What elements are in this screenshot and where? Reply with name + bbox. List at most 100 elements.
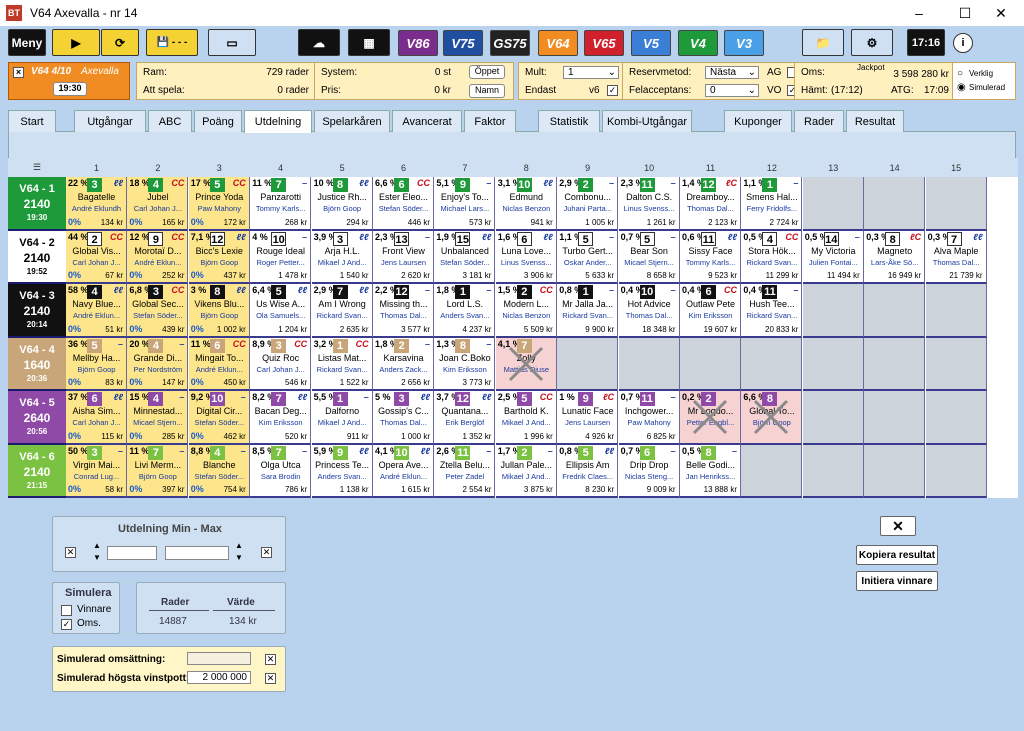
tab-abc[interactable]: ABC [148,110,192,132]
race-label[interactable]: V64 - 6 2140 21:15 [8,444,66,498]
game-button-v65[interactable]: V65 [584,30,624,56]
minimize-button[interactable]: – [896,0,942,26]
horse-cell[interactable]: 36 % 5 – Mellby Ha... Björn Goop 0% 83 kr [66,337,127,391]
radio-simulerad[interactable]: ◉ [957,82,966,93]
save-button[interactable]: 💾 - - - [146,29,198,56]
tab-rader[interactable]: Rader [794,110,844,132]
horse-cell[interactable]: 0,5 % 4 CC Stora Hök... Rickard Svan... 11 29… [741,230,803,284]
horse-cell[interactable]: 58 % 4 ℓℓ Navy Blue... André Eklun... 0% 51 kr [66,284,127,338]
horse-cell[interactable]: 2,3 % 11– Dalton C.S. Linus Svenss... 1 261 … [618,177,680,231]
horse-cell[interactable]: 5,9 % 9 ℓℓ Princess Te... Anders Svan... 1 13… [311,444,373,498]
horse-cell[interactable]: 2,3 % 13– Front View Jens Laursen 2 620 kr [373,230,434,284]
vinnare-checkbox[interactable] [61,605,72,616]
tab-kombi-utgångar[interactable]: Kombi-Utgångar [602,110,692,132]
race-label[interactable]: V64 - 5 2640 20:56 [8,391,66,445]
reservmetod-select[interactable]: Nästa ⌄ [705,66,759,79]
horse-cell[interactable]: 4,1 % 10 ℓℓ Opera Ave... André Eklun... 1 615… [373,444,434,498]
horse-cell[interactable]: 9,2 % 10– Digital Cir... Stefan Söder... 0% 4… [188,391,250,445]
max-spin-down-icon[interactable]: ▼ [235,553,243,562]
utdelning-min-input[interactable] [107,546,157,560]
tab-start[interactable]: Start [8,110,56,132]
sim-oms-clear-icon[interactable]: ✕ [265,654,276,665]
game-button-v3[interactable]: V3 [724,30,764,56]
tab-utdelning[interactable]: Utdelning [244,110,312,133]
horse-cell[interactable]: 11 % 6 CC Mingait To... André Eklun... 0% 450 … [188,337,250,391]
horse-cell[interactable]: 0,6 % 11 ℓℓ Sissy Face Tommy Karls... 9 523 k… [680,230,741,284]
tab-faktor[interactable]: Faktor [464,110,516,132]
horse-cell[interactable]: 5,1 % 9– Enjoy's To... Michael Lars... 573 k… [434,177,496,231]
horse-cell[interactable]: 1,7 % 2– Jullan Pale... Mikael J And... 3 87… [495,444,557,498]
image-button[interactable]: ▭ [208,29,256,56]
namn-button[interactable]: Namn [469,84,505,98]
horse-cell[interactable]: 0,2 % 2 Mr Loquo... Petter Engbl... [680,391,741,445]
horse-cell[interactable]: 7,1 % 12 ℓℓ Bicc's Lexie Björn Goop 0% 437 kr [188,230,250,284]
sim-oms-input[interactable] [187,652,251,665]
game-button-v5[interactable]: V5 [631,30,671,56]
horse-cell[interactable]: 0,7 % 6– Drip Drop Niclas Steng... 9 009 kr [618,444,680,498]
utdelning-max-input[interactable] [165,546,229,560]
game-button-v75[interactable]: V75 [443,30,483,56]
horse-cell[interactable]: 4 % 10 – Rouge Ideal Roger Petter... 1 478 kr [250,230,312,284]
horse-cell[interactable]: 2,9 % 7 ℓℓ Am I Wrong Rickard Svan... 2 635 k… [311,284,373,338]
race-label[interactable]: V64 - 4 1640 20:36 [8,337,66,391]
game-button-v64[interactable]: V64 [538,30,578,56]
horse-cell[interactable]: 3,7 % 12 ℓℓ Quantana... Erik Berglöf 1 352 kr [434,391,496,445]
min-spin-up-icon[interactable]: ▲ [93,541,101,550]
game-button-gs75[interactable]: GS75 [490,30,530,56]
refresh-button[interactable]: ⟳ [101,29,139,56]
max-spin-up-icon[interactable]: ▲ [235,541,243,550]
endast-checkbox[interactable]: ✓ [607,85,618,96]
horse-cell[interactable]: 2,2 % 12– Missing th... Thomas Dal... 3 577 … [373,284,434,338]
sim-vinst-input[interactable]: 2 000 000 [187,671,251,684]
horse-cell[interactable]: 20 % 4 – Grande Di... Per Nordström 0% 147 kr [127,337,189,391]
settings-button[interactable]: ⚙ [851,29,893,56]
horse-cell[interactable]: 3,1 % 10 ℓℓ Edmund Niclas Benzon 941 kr [495,177,557,231]
horse-cell[interactable]: 0,7 % 5– Bear Son Micael Stjern... 8 658 kr [618,230,680,284]
horse-cell[interactable]: 0,5 % 14– My Victoria Julien Fontai... 11 49… [802,230,864,284]
horse-cell[interactable]: 0,7 % 11– Inchgower... Paw Mahony 6 825 kr [618,391,680,445]
horse-cell[interactable]: 6,8 % 3 CC Global Sec... Stefan Söder... 0% 43… [127,284,189,338]
tab-statistik[interactable]: Statistik [538,110,600,132]
calendar-button[interactable]: ▦ [348,29,390,56]
horse-cell[interactable]: 6,6 % 8 Global To... Björn Goop [741,391,803,445]
download-button[interactable]: ☁ [298,29,340,56]
grid-menu-icon[interactable]: ☰ [8,158,66,177]
horse-cell[interactable]: 0,3 % 8 ℓC Magneto Lars-Åke Sö... 16 949 kr [864,230,926,284]
horse-cell[interactable]: 22 % 3 ℓℓ Bagatelle André Eklundh 0% 134 kr [66,177,127,231]
horse-cell[interactable]: 1,3 % 8– Joan C.Boko Kim Eriksson 3 773 kr [434,337,496,391]
horse-cell[interactable]: 0,3 % 7 ℓℓ Alva Maple Thomas Dal... 21 739 kr [925,230,987,284]
horse-cell[interactable]: 0,4 % 10– Hot Advice Thomas Dal... 18 348 kr [618,284,680,338]
info-button[interactable]: i [953,33,973,53]
race-label[interactable]: V64 - 2 2140 19:52 [8,230,66,284]
utdelning-clear-min-icon[interactable]: ✕ [65,547,76,558]
horse-cell[interactable]: 8,2 % 7 ℓℓ Bacan Deg... Kim Eriksson 520 kr [250,391,312,445]
close-window-button[interactable]: ✕ [978,0,1024,26]
horse-cell[interactable]: 0,4 % 6 CC Outlaw Pete Kim Eriksson 19 607 kr [680,284,741,338]
radio-verklig[interactable]: ○ [957,68,963,79]
horse-cell[interactable]: 8,8 % 4– Blanche Stefan Söder... 0% 754 kr [188,444,250,498]
initiera-vinnare-button[interactable]: Initiera vinnare [856,571,938,591]
horse-cell[interactable]: 4,1 % 7 Zolly Mattias Djuse [495,337,557,391]
horse-cell[interactable]: 11 % 7 – Livi Merm... Björn Goop 0% 397 kr [127,444,189,498]
felaccept-select[interactable]: 0 ⌄ [705,84,759,97]
race-label[interactable]: V64 - 1 2140 19:30 [8,177,66,231]
horse-cell[interactable]: 12 % 9 CC Morotaï D... André Eklun... 0% 252 k… [127,230,189,284]
horse-cell[interactable]: 15 % 4 – Minnestad... Micael Stjern... 0% 285 … [127,391,189,445]
horse-cell[interactable]: 50 % 3 – Virgin Mai... Conrad Lug... 0% 58 kr [66,444,127,498]
horse-cell[interactable]: 3,2 % 1 CC Listas Mat... Rickard Svan... 1 52… [311,337,373,391]
race-label[interactable]: V64 - 3 2140 20:14 [8,284,66,338]
horse-cell[interactable]: 6,6 % 6 CC Ester Eleo... Stefan Söder... 446 … [373,177,434,231]
horse-cell[interactable]: 1,4 % 12 ℓC Dreamboy... Thomas Dal... 2 123 k… [680,177,741,231]
game-button-v4[interactable]: V4 [678,30,718,56]
horse-cell[interactable]: 0,8 % 5 ℓℓ Ellipsis Am Fredrik Claes... 8 230… [557,444,619,498]
close-result-button[interactable]: ✕ [880,516,916,536]
horse-cell[interactable]: 3,9 % 3 ℓℓ Arja H.L. Mikael J And... 1 540 kr [311,230,373,284]
tab-resultat[interactable]: Resultat [846,110,904,132]
min-spin-down-icon[interactable]: ▼ [93,553,101,562]
horse-cell[interactable]: 44 % 2 CC Global Vis... Carl Johan J... 0% 67 … [66,230,127,284]
tab-kuponger[interactable]: Kuponger [724,110,792,132]
horse-cell[interactable]: 1,1 % 5– Turbo Gert... Oskar Ander... 5 633 … [557,230,619,284]
horse-cell[interactable]: 8,5 % 7– Olga Utca Sara Brodin 786 kr [250,444,312,498]
horse-cell[interactable]: 5,5 % 1– Dalforno Mikael J And... 911 kr [311,391,373,445]
tab-utgångar[interactable]: Utgångar [74,110,146,132]
